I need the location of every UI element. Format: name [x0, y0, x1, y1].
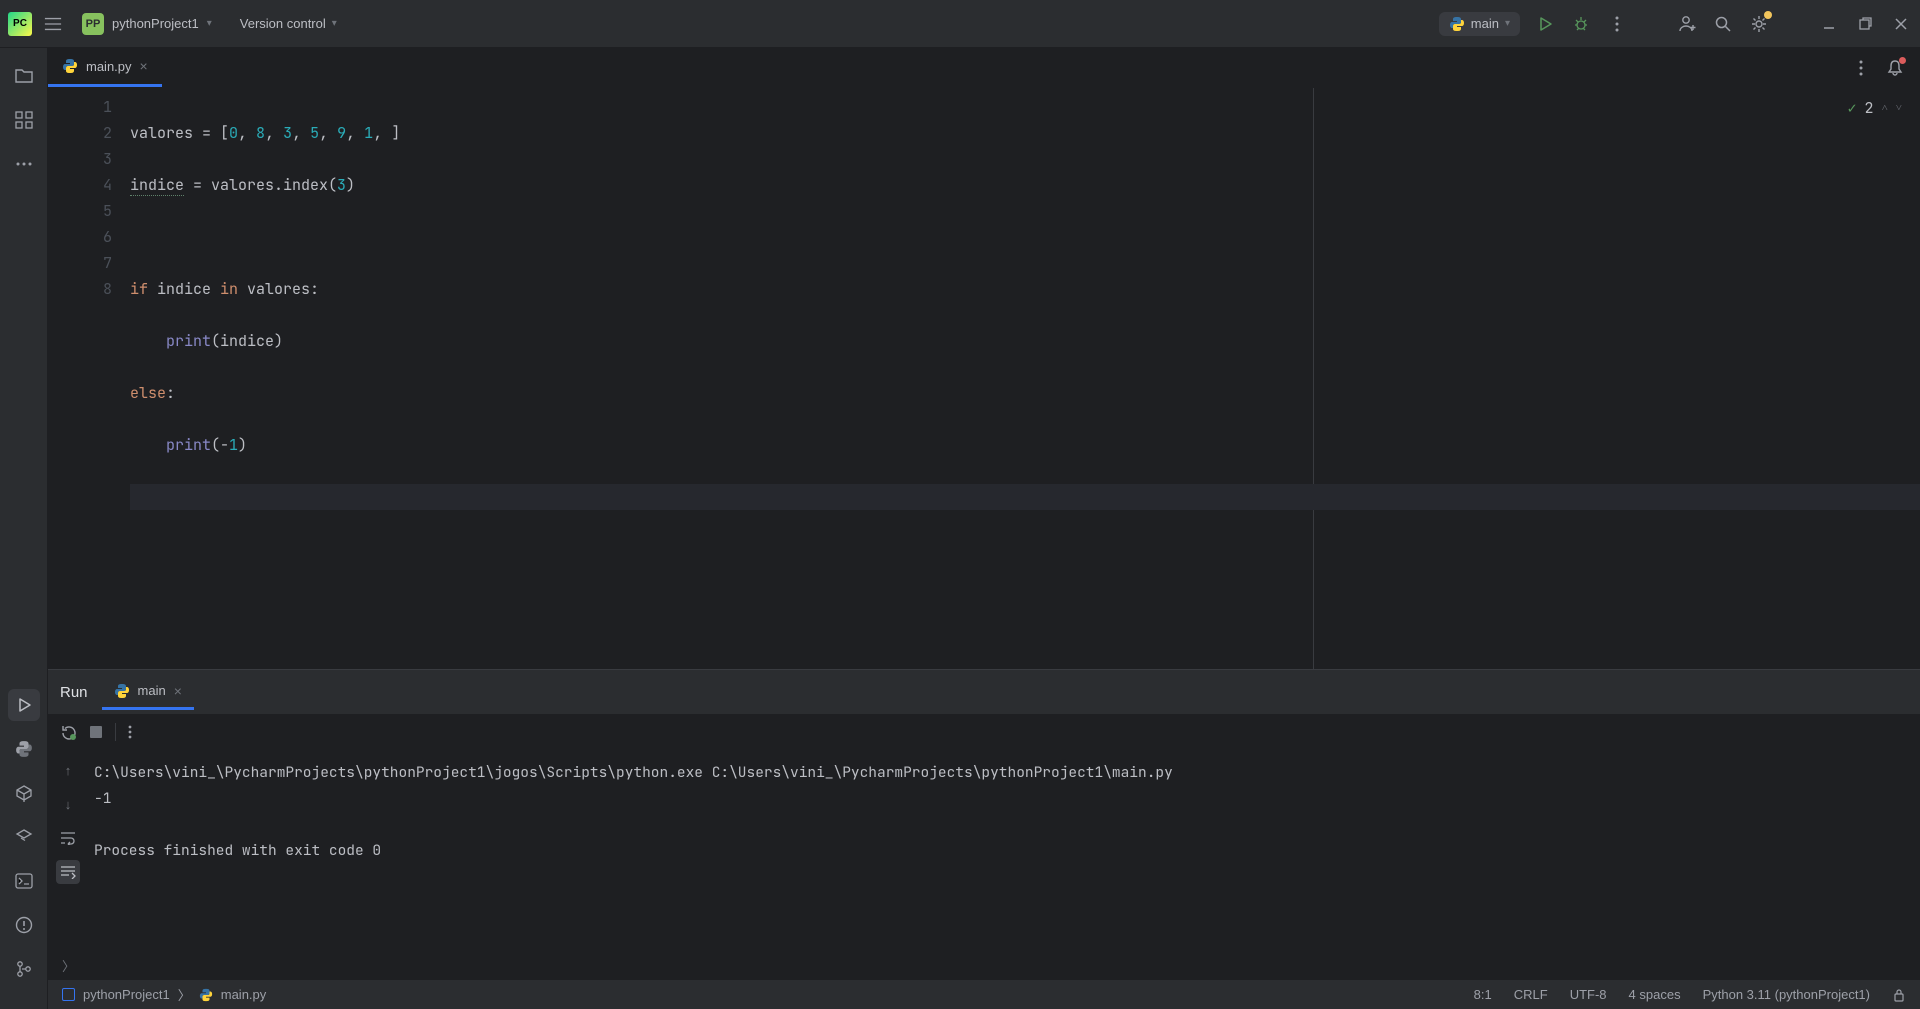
line-number: 7 [54, 250, 112, 276]
search-everywhere-button[interactable] [1712, 13, 1734, 35]
python-console-tool-button[interactable] [8, 733, 40, 765]
cursor-position[interactable]: 8:1 [1474, 987, 1492, 1002]
python-icon [1449, 16, 1465, 32]
pycharm-logo-icon: PC [8, 12, 32, 36]
project-selector[interactable]: PP pythonProject1 ▾ [74, 9, 220, 39]
code-area[interactable]: valores = [0, 8, 3, 5, 9, 1, ] indice = … [130, 88, 1920, 669]
structure-tool-button[interactable] [8, 104, 40, 136]
line-number: 1 [54, 94, 112, 120]
line-separator[interactable]: CRLF [1514, 987, 1548, 1002]
run-expand-button[interactable]: 〉 [48, 951, 1920, 979]
content-column: main.py × ✓ 2 ˄ ˅ 1 2 [48, 48, 1920, 1009]
run-toolbar-more-button[interactable] [128, 725, 132, 739]
status-bar: pythonProject1 〉 main.py 8:1 CRLF UTF-8 … [48, 979, 1920, 1009]
breadcrumb-project: pythonProject1 [83, 987, 170, 1002]
more-actions-button[interactable] [1606, 13, 1628, 35]
left-tool-sidebar [0, 48, 48, 1009]
python-packages-tool-button[interactable] [8, 777, 40, 809]
output-command-line: C:\Users\vini_\PycharmProjects\pythonPro… [94, 763, 1173, 782]
run-config-selector[interactable]: main ▾ [1439, 12, 1520, 36]
minimize-window-button[interactable] [1818, 13, 1840, 35]
line-number: 5 [54, 198, 112, 224]
python-icon [114, 683, 130, 699]
problems-tool-button[interactable] [8, 909, 40, 941]
main-area: main.py × ✓ 2 ˄ ˅ 1 2 [0, 48, 1920, 1009]
up-stack-button[interactable]: ↑ [56, 758, 80, 782]
breadcrumb-file: main.py [221, 987, 267, 1002]
project-icon [62, 988, 75, 1001]
run-tool-window: Run main × [48, 669, 1920, 979]
chevron-down-icon: ▾ [207, 18, 212, 29]
line-number: 2 [54, 120, 112, 146]
editor-gutter: 1 2 3 4 5 6 7 8 [48, 88, 130, 669]
python-interpreter[interactable]: Python 3.11 (pythonProject1) [1703, 987, 1870, 1002]
code-editor[interactable]: ✓ 2 ˄ ˅ 1 2 3 4 5 6 7 8 valores = [0, 8,… [48, 88, 1920, 669]
down-stack-button[interactable]: ↓ [56, 792, 80, 816]
run-config-label: main [1471, 16, 1499, 31]
python-file-icon [62, 58, 78, 74]
maximize-window-button[interactable] [1854, 13, 1876, 35]
editor-tab-label: main.py [86, 59, 132, 74]
vcs-tool-button[interactable] [8, 953, 40, 985]
line-number: 4 [54, 172, 112, 198]
close-window-button[interactable] [1890, 13, 1912, 35]
soft-wrap-button[interactable] [56, 826, 80, 850]
run-panel-title: Run [60, 684, 88, 701]
run-config-tab-label: main [138, 683, 166, 698]
code-with-me-button[interactable] [1676, 13, 1698, 35]
breadcrumb-separator: 〉 [178, 985, 191, 1004]
lock-icon[interactable] [1892, 988, 1906, 1002]
stop-button[interactable] [89, 725, 103, 739]
project-name-label: pythonProject1 [112, 16, 199, 31]
run-side-toolbar: ↑ ↓ [48, 750, 88, 951]
editor-more-button[interactable] [1850, 57, 1872, 79]
run-toolbar [48, 714, 1920, 750]
scroll-to-end-button[interactable] [56, 860, 80, 884]
debug-button[interactable] [1570, 13, 1592, 35]
python-file-icon [199, 988, 213, 1002]
run-panel-tabs: Run main × [48, 670, 1920, 714]
run-console-output[interactable]: C:\Users\vini_\PycharmProjects\pythonPro… [88, 750, 1920, 951]
run-button[interactable] [1534, 13, 1556, 35]
run-config-tab[interactable]: main × [102, 675, 194, 710]
line-number: 3 [54, 146, 112, 172]
output-exit-line: Process finished with exit code 0 [94, 841, 381, 860]
rerun-button[interactable] [60, 724, 77, 741]
editor-tabs-bar: main.py × [48, 48, 1920, 88]
output-result-line: -1 [94, 789, 111, 808]
more-tools-button[interactable] [8, 148, 40, 180]
line-number: 6 [54, 224, 112, 250]
indent-config[interactable]: 4 spaces [1629, 987, 1681, 1002]
project-tool-button[interactable] [8, 60, 40, 92]
notifications-button[interactable] [1884, 57, 1906, 79]
editor-tab-main[interactable]: main.py × [48, 48, 162, 87]
file-encoding[interactable]: UTF-8 [1570, 987, 1607, 1002]
version-control-label: Version control [240, 16, 326, 31]
top-toolbar: PC PP pythonProject1 ▾ Version control ▾… [0, 0, 1920, 48]
breadcrumb[interactable]: pythonProject1 〉 main.py [62, 985, 266, 1004]
line-number: 8 [54, 276, 112, 302]
project-badge-icon: PP [82, 13, 104, 35]
main-menu-button[interactable] [44, 15, 62, 33]
chevron-down-icon: ▾ [1505, 18, 1510, 29]
run-tool-button[interactable] [8, 689, 40, 721]
terminal-tool-button[interactable] [8, 865, 40, 897]
services-tool-button[interactable] [8, 821, 40, 853]
version-control-button[interactable]: Version control ▾ [232, 12, 345, 35]
close-tab-button[interactable]: × [140, 58, 148, 74]
close-run-tab-button[interactable]: × [174, 683, 182, 699]
chevron-down-icon: ▾ [332, 18, 337, 29]
settings-button[interactable] [1748, 13, 1770, 35]
